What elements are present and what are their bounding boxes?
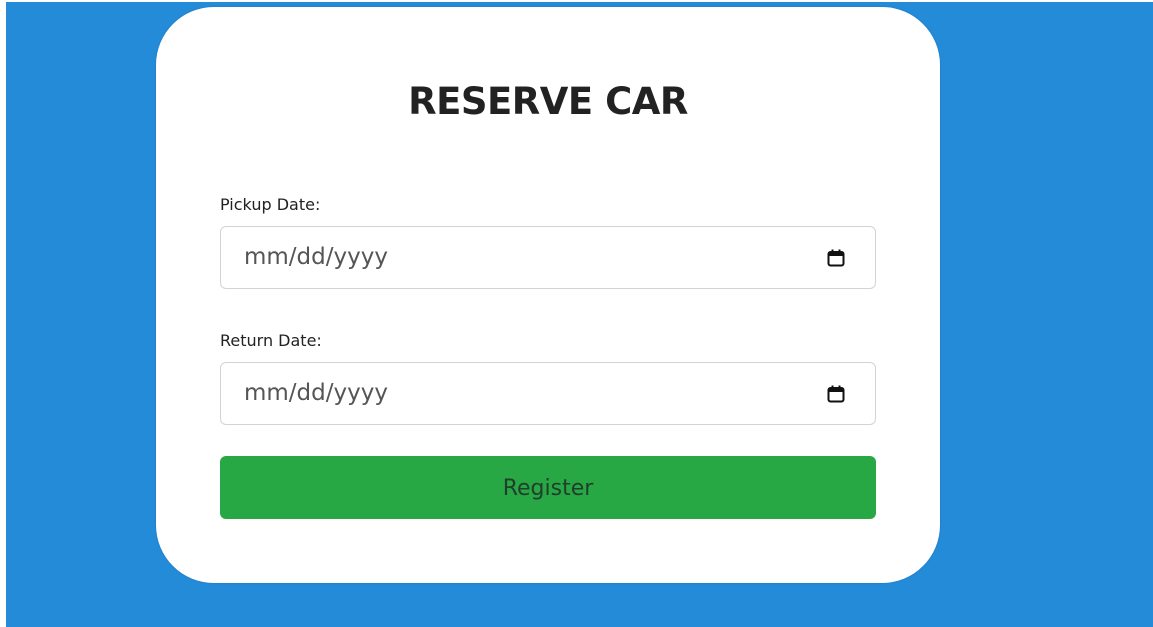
pickup-date-input[interactable]: mm/dd/yyyy — [220, 226, 876, 289]
return-date-label: Return Date: — [220, 331, 322, 350]
calendar-icon[interactable] — [827, 249, 845, 267]
return-date-placeholder: mm/dd/yyyy — [244, 380, 388, 406]
pickup-date-placeholder: mm/dd/yyyy — [244, 244, 388, 270]
return-date-input[interactable]: mm/dd/yyyy — [220, 362, 876, 425]
reserve-car-card: RESERVE CAR Pickup Date: mm/dd/yyyy Retu… — [156, 7, 940, 583]
page-title: RESERVE CAR — [408, 80, 688, 123]
page-background: RESERVE CAR Pickup Date: mm/dd/yyyy Retu… — [6, 2, 1153, 627]
pickup-date-label: Pickup Date: — [220, 195, 321, 214]
register-button[interactable]: Register — [220, 456, 876, 519]
calendar-icon[interactable] — [827, 385, 845, 403]
